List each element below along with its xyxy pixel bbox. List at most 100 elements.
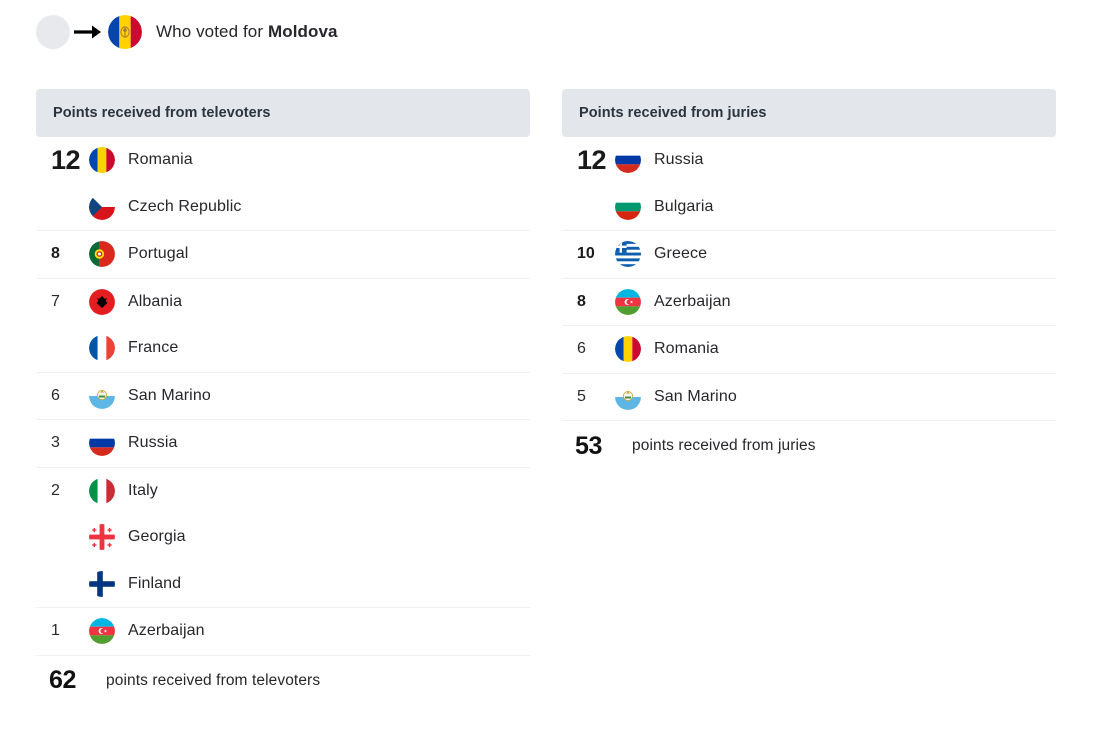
score-cell bbox=[36, 561, 89, 608]
score-cell: 10 bbox=[562, 231, 615, 278]
score-value: 10 bbox=[577, 245, 595, 263]
country-cell: France bbox=[89, 335, 530, 362]
country-cell: Portugal bbox=[89, 241, 530, 268]
score-group: 6 San Marino bbox=[36, 373, 530, 420]
table-row[interactable]: 8 Azerbaijan bbox=[562, 279, 1056, 326]
column-title: Points received from juries bbox=[579, 105, 767, 121]
score-value: 2 bbox=[51, 481, 60, 499]
score-cell: 1 bbox=[36, 608, 89, 655]
score-value: 12 bbox=[577, 144, 607, 175]
total-label: points received from televoters bbox=[106, 671, 321, 689]
country-cell: Romania bbox=[615, 336, 1056, 363]
greece-flag-icon bbox=[615, 241, 641, 268]
table-row[interactable]: Czech Republic bbox=[36, 184, 530, 231]
score-value: 8 bbox=[577, 292, 586, 310]
country-name: France bbox=[128, 339, 179, 357]
score-group: 7 Albania France bbox=[36, 279, 530, 373]
romania-flag-icon bbox=[615, 336, 641, 363]
country-cell: Russia bbox=[89, 430, 530, 457]
albania-flag-icon bbox=[89, 288, 115, 315]
score-group: 10 Greece bbox=[562, 231, 1056, 279]
score-group: 5 San Marino bbox=[562, 374, 1056, 421]
score-group: 12 Russia Bulgaria bbox=[562, 137, 1056, 231]
country-cell: Greece bbox=[615, 241, 1056, 268]
table-row[interactable]: 5 San Marino bbox=[562, 374, 1056, 421]
table-row[interactable]: Bulgaria bbox=[562, 184, 1056, 231]
score-group: 3 Russia bbox=[36, 420, 530, 468]
table-row[interactable]: 6 Romania bbox=[562, 326, 1056, 373]
score-group: 2 Italy Georgia Finland bbox=[36, 468, 530, 608]
score-group: 8 Portugal bbox=[36, 231, 530, 279]
country-name: Bulgaria bbox=[654, 197, 714, 215]
czech-republic-flag-icon bbox=[89, 193, 115, 220]
san-marino-flag-icon bbox=[615, 383, 641, 410]
column-header-televoters: Points received from televoters bbox=[36, 89, 530, 137]
total-score: 62 bbox=[49, 666, 77, 694]
table-row[interactable]: 12 Russia bbox=[562, 137, 1056, 184]
table-row[interactable]: France bbox=[36, 325, 530, 372]
total-score: 53 bbox=[575, 431, 603, 460]
country-name: Finland bbox=[128, 574, 182, 592]
table-row[interactable]: Finland bbox=[36, 561, 530, 608]
country-cell: Georgia bbox=[89, 524, 530, 551]
finland-flag-icon bbox=[89, 570, 115, 597]
score-cell bbox=[36, 325, 89, 372]
score-group: 12 Romania Czech Republic bbox=[36, 137, 530, 231]
table-row[interactable]: 1 Azerbaijan bbox=[36, 608, 530, 655]
table-row[interactable]: 12 Romania bbox=[36, 137, 530, 184]
score-group: 8 Azerbaijan bbox=[562, 279, 1056, 326]
score-value: 6 bbox=[577, 340, 586, 358]
country-cell: Romania bbox=[89, 147, 530, 174]
russia-flag-icon bbox=[89, 430, 115, 457]
country-cell: San Marino bbox=[615, 383, 1056, 410]
table-row[interactable]: 2 Italy bbox=[36, 468, 530, 515]
score-value: 5 bbox=[577, 387, 586, 405]
georgia-flag-icon bbox=[89, 524, 115, 551]
san-marino-flag-icon bbox=[89, 382, 115, 409]
score-cell: 5 bbox=[562, 374, 615, 421]
table-row[interactable]: 10 Greece bbox=[562, 231, 1056, 278]
country-cell: Czech Republic bbox=[89, 193, 530, 220]
score-cell bbox=[36, 184, 89, 231]
table-row[interactable]: Georgia bbox=[36, 514, 530, 561]
total-row-juries: 53 points received from juries bbox=[562, 421, 1056, 471]
score-value: 7 bbox=[51, 292, 60, 310]
table-row[interactable]: 8 Portugal bbox=[36, 231, 530, 278]
country-name: Italy bbox=[128, 481, 158, 499]
country-name: San Marino bbox=[128, 386, 211, 404]
country-cell: Italy bbox=[89, 477, 530, 504]
score-cell bbox=[36, 514, 89, 561]
country-name: Czech Republic bbox=[128, 197, 242, 215]
country-name: Georgia bbox=[128, 528, 186, 546]
moldova-flag-icon bbox=[108, 15, 142, 49]
column-header-juries: Points received from juries bbox=[562, 89, 1056, 137]
russia-flag-icon bbox=[615, 147, 641, 174]
score-value: 3 bbox=[51, 434, 60, 452]
score-cell: 12 bbox=[36, 137, 89, 184]
score-value: 6 bbox=[51, 386, 60, 404]
azerbaijan-flag-icon bbox=[615, 288, 641, 315]
table-row[interactable]: 6 San Marino bbox=[36, 373, 530, 420]
country-cell: San Marino bbox=[89, 382, 530, 409]
results-columns: Points received from televoters 12 Roman… bbox=[0, 89, 1115, 706]
country-name: Azerbaijan bbox=[654, 292, 731, 310]
total-row-televoters: 62 points received from televoters bbox=[36, 656, 530, 706]
bulgaria-flag-icon bbox=[615, 193, 641, 220]
page-title-country: Moldova bbox=[267, 22, 338, 41]
country-name: Russia bbox=[654, 151, 704, 169]
country-cell: Bulgaria bbox=[615, 193, 1056, 220]
country-cell: Azerbaijan bbox=[615, 288, 1056, 315]
country-cell: Albania bbox=[89, 288, 530, 315]
score-cell: 7 bbox=[36, 279, 89, 326]
table-row[interactable]: 7 Albania bbox=[36, 279, 530, 326]
page-header: Who voted for Moldova bbox=[0, 0, 1115, 49]
azerbaijan-flag-icon bbox=[89, 618, 115, 645]
score-cell: 6 bbox=[562, 326, 615, 373]
table-row[interactable]: 3 Russia bbox=[36, 420, 530, 467]
france-flag-icon bbox=[89, 335, 115, 362]
score-cell: 6 bbox=[36, 373, 89, 420]
column-juries: Points received from juries 12 Russia Bu… bbox=[562, 89, 1056, 471]
country-cell: Azerbaijan bbox=[89, 618, 530, 645]
country-cell: Russia bbox=[615, 147, 1056, 174]
score-value: 12 bbox=[51, 144, 81, 175]
